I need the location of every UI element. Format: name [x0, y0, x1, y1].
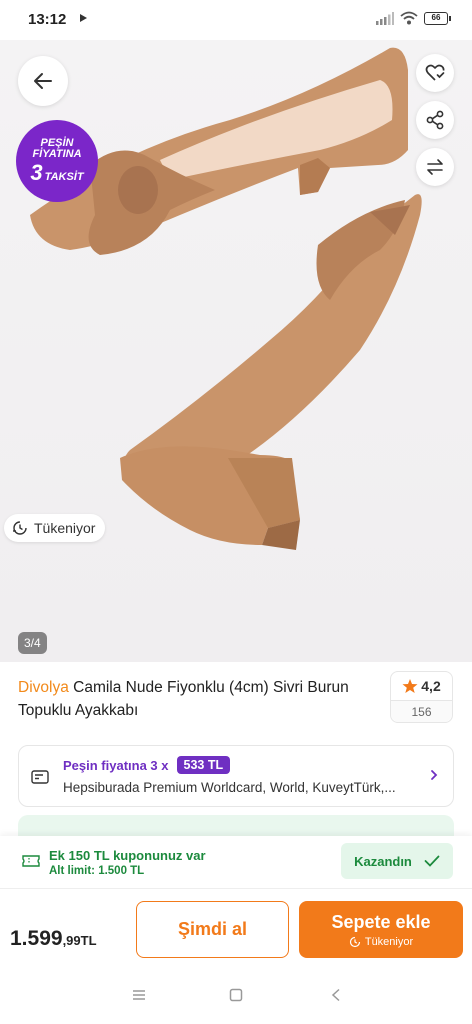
status-bar: 13:12 66 [0, 0, 472, 40]
promo-line3: 3 TAKSİT [30, 161, 83, 184]
compare-button[interactable] [416, 148, 454, 186]
home-square-icon[interactable] [229, 988, 243, 1002]
star-icon [402, 679, 418, 693]
coupon-won-button[interactable]: Kazandın [341, 843, 453, 879]
credit-card-icon [31, 770, 49, 784]
coupon-limit: Alt limit: 1.500 TL [49, 865, 145, 877]
checkmark-icon [424, 855, 440, 867]
installment-promo-badge: PEŞİN FİYATINA 3 TAKSİT [16, 120, 98, 202]
price-decimals: ,99TL [62, 933, 97, 948]
coupon-row: Ek 150 TL kuponunuz var Alt limit: 1.500… [0, 836, 472, 888]
promo-suffix: TAKSİT [44, 171, 84, 183]
installment-cards: Hepsiburada Premium Worldcard, World, Ku… [63, 780, 396, 795]
heart-check-icon [425, 64, 445, 81]
promo-number: 3 [30, 160, 43, 185]
media-play-icon [80, 14, 87, 22]
arrow-left-icon [34, 73, 52, 89]
installment-amount: 533 TL [176, 756, 231, 774]
installment-label: Peşin fiyatına 3 x [63, 757, 169, 773]
recents-menu-icon[interactable] [131, 988, 147, 1002]
battery-icon: 66 [424, 11, 451, 25]
add-to-cart-button[interactable]: Sepete ekle Tükeniyor [299, 901, 463, 958]
brand-link[interactable]: Divolya [18, 679, 69, 696]
buy-now-button[interactable]: Şimdi al [136, 901, 289, 958]
status-time: 13:12 [28, 11, 67, 28]
compare-arrows-icon [427, 159, 443, 175]
installment-card[interactable]: Peşin fiyatına 3 x 533 TL Hepsiburada Pr… [18, 745, 454, 807]
product-title: Divolya Camila Nude Fiyonklu (4cm) Sivri… [18, 676, 380, 722]
price: 1.599,99TL [10, 927, 97, 951]
wifi-icon [400, 11, 418, 25]
coupon-button-label: Kazandın [354, 853, 412, 869]
rating-value: 4,2 [421, 678, 441, 694]
price-main: 1.599 [10, 927, 63, 950]
status-icons: 66 [376, 11, 451, 25]
favorite-button[interactable] [416, 54, 454, 92]
add-to-cart-stock-label: Tükeniyor [364, 935, 414, 948]
add-to-cart-stock: Tükeniyor [349, 936, 413, 948]
signal-icon [376, 11, 394, 25]
chevron-right-icon [431, 770, 438, 780]
share-icon [426, 110, 444, 130]
product-image-gallery[interactable]: PEŞİN FİYATINA 3 TAKSİT Tükeniyor 3/4 [0, 40, 472, 662]
low-stock-chip: Tükeniyor [4, 514, 106, 542]
gallery-page-indicator: 3/4 [18, 632, 47, 654]
back-button[interactable] [18, 56, 68, 106]
coupon-ticket-icon [22, 855, 40, 867]
share-button[interactable] [416, 101, 454, 139]
add-to-cart-label: Sepete ekle [331, 911, 431, 932]
installment-offer: Peşin fiyatına 3 x 533 TL [63, 756, 231, 774]
coupon-title: Ek 150 TL kuponunuz var [49, 848, 206, 863]
low-stock-label: Tükeniyor [34, 520, 96, 536]
hourglass-clock-icon [349, 936, 360, 947]
rating-count: 156 [391, 700, 452, 722]
buy-bar: 1.599,99TL Şimdi al Sepete ekle Tükeniyo… [0, 888, 472, 966]
system-nav-bar [0, 966, 472, 1024]
back-chevron-icon[interactable] [330, 988, 342, 1002]
rating-box[interactable]: 4,2 156 [390, 671, 453, 723]
hourglass-clock-icon [13, 521, 27, 535]
